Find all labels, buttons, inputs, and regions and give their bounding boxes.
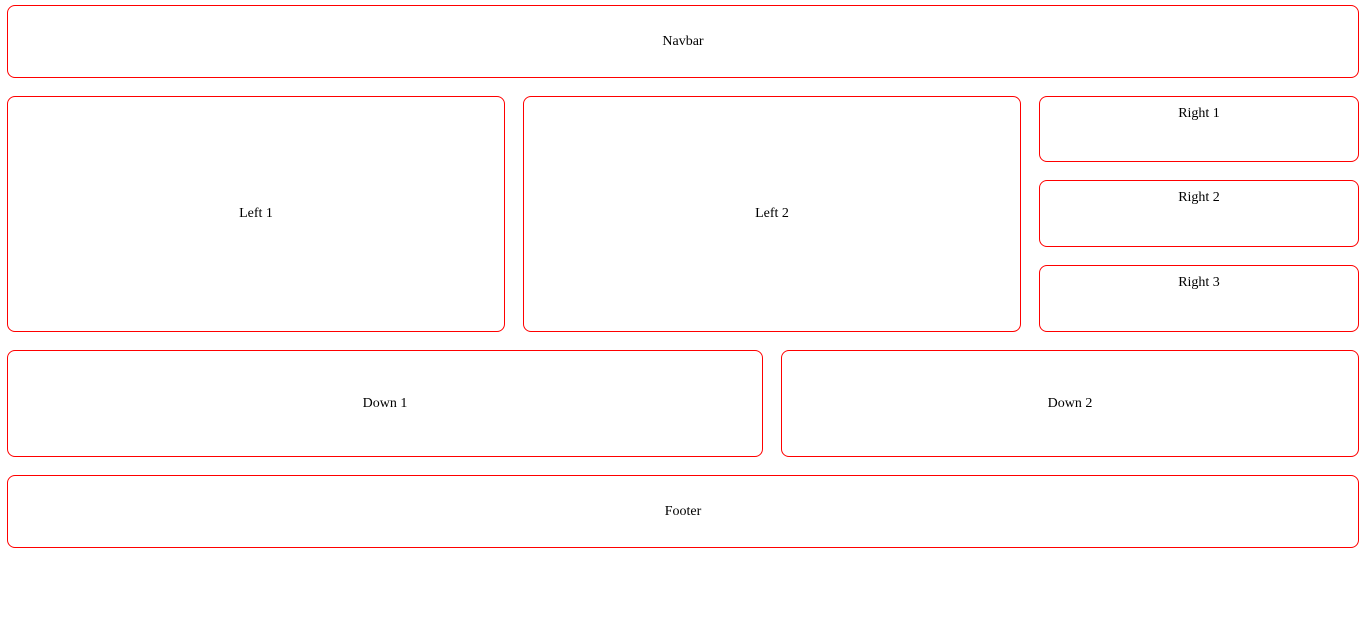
right-panel-1: Right 1: [1039, 96, 1359, 162]
down-panel-1: Down 1: [7, 350, 763, 457]
left-panel-2: Left 2: [523, 96, 1021, 332]
down-panel-1-label: Down 1: [362, 395, 408, 411]
right-panel-3: Right 3: [1039, 265, 1359, 332]
down-panel-2-label: Down 2: [1047, 395, 1093, 411]
down-panel-2: Down 2: [781, 350, 1359, 457]
right-panel-2: Right 2: [1039, 180, 1359, 247]
footer-label: Footer: [664, 503, 702, 519]
right-panel-3-label: Right 3: [1178, 275, 1220, 290]
left-panel-1: Left 1: [7, 96, 505, 332]
left-panel-2-label: Left 2: [755, 206, 789, 221]
navbar: Navbar: [7, 5, 1359, 78]
left-panel-1-label: Left 1: [239, 206, 273, 221]
right-panel-1-label: Right 1: [1178, 106, 1220, 121]
navbar-label: Navbar: [662, 33, 704, 49]
page: Navbar Left 1 Left 2 Right 1 Right 2 Rig…: [0, 0, 1366, 619]
footer: Footer: [7, 475, 1359, 548]
right-panel-2-label: Right 2: [1178, 190, 1220, 205]
